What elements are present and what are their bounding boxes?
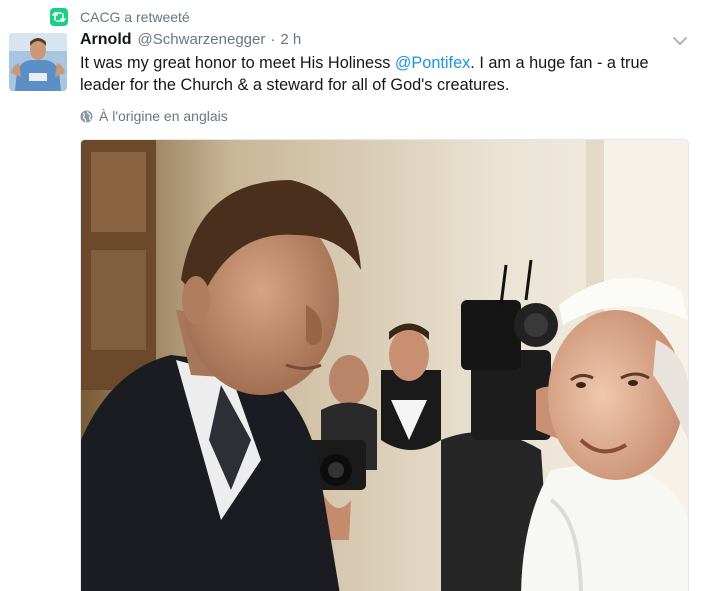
retweet-context: CACG a retweeté [50, 7, 190, 27]
retweet-icon [50, 8, 68, 26]
translation-label: À l'origine en anglais [99, 108, 228, 124]
avatar[interactable] [9, 33, 67, 91]
tweet-timestamp[interactable]: 2 h [280, 31, 301, 48]
retweet-label[interactable]: CACG a retweeté [80, 9, 190, 25]
chevron-down-icon[interactable] [671, 34, 689, 48]
author-name[interactable]: Arnold [80, 31, 132, 49]
tweet-text: It was my great honor to meet His Holine… [80, 52, 680, 96]
separator-dot: · [270, 31, 276, 48]
tweet-photo[interactable] [80, 139, 689, 591]
tweet-text-before: It was my great honor to meet His Holine… [80, 54, 395, 72]
tweet-header: Arnold @Schwarzenegger · 2 h [80, 31, 301, 53]
tweet[interactable]: CACG a retweeté Arnold @Schwarzenegger ·… [0, 0, 706, 591]
globe-icon [80, 110, 93, 123]
translation-toggle[interactable]: À l'origine en anglais [80, 106, 228, 126]
author-handle[interactable]: @Schwarzenegger [138, 31, 266, 48]
mention-link[interactable]: @Pontifex [395, 54, 470, 72]
